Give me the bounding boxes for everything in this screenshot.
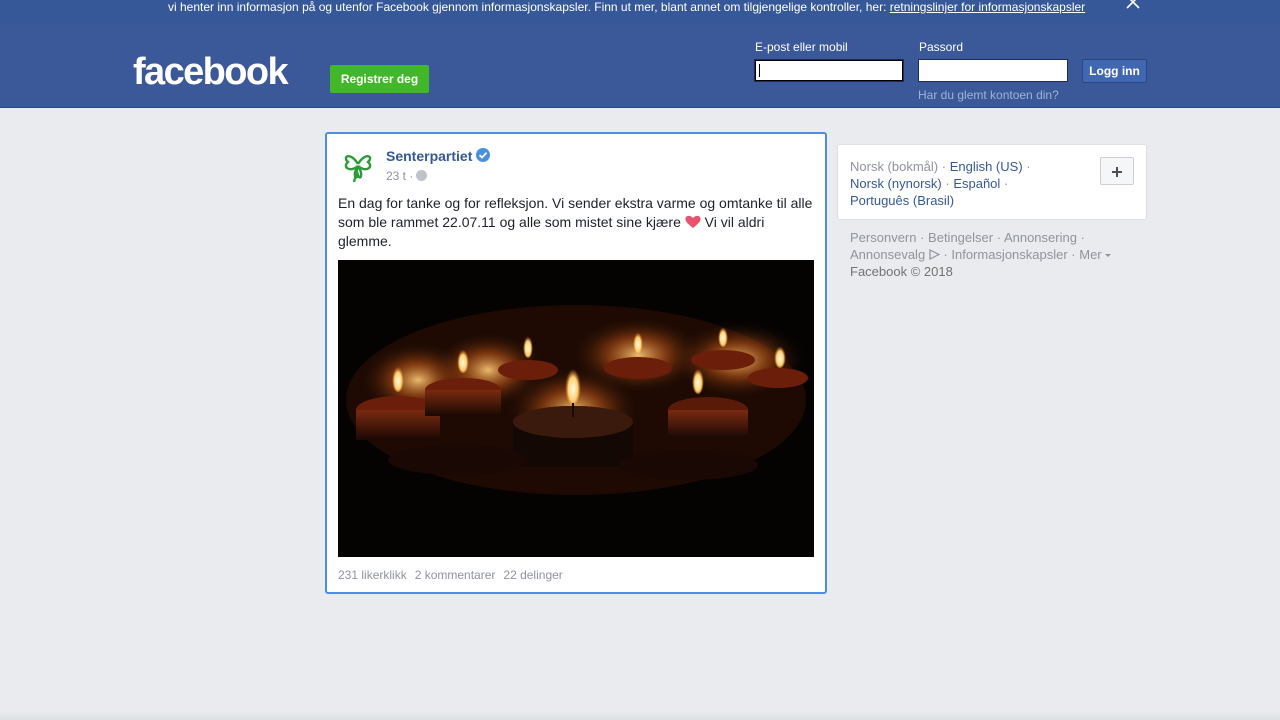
footer-links: Personvern · Betingelser · Annonsering ·…	[850, 229, 1130, 280]
email-label: E-post eller mobil	[755, 40, 848, 54]
separator: ·	[1076, 230, 1085, 245]
separator: ·	[938, 159, 950, 174]
shares-count[interactable]: 22 delinger	[503, 568, 562, 582]
separator: ·	[916, 230, 929, 245]
footer-link-annonsering[interactable]: Annonsering	[1004, 230, 1077, 245]
chevron-down-icon	[1104, 254, 1111, 257]
cookie-policy-link[interactable]: retningslinjer for informasjonskapsler	[890, 0, 1085, 14]
heart-emoji-icon	[685, 215, 701, 229]
separator: ·	[939, 247, 952, 262]
footer-link-mer[interactable]: Mer	[1079, 247, 1101, 262]
language-espanol[interactable]: Español	[953, 176, 1000, 191]
language-current: Norsk (bokmål)	[850, 159, 939, 174]
footer-link-betingelser[interactable]: Betingelser	[928, 230, 993, 245]
comments-count[interactable]: 2 kommentarer	[415, 568, 496, 582]
post-author[interactable]: Senterpartiet	[386, 148, 472, 164]
separator: ·	[1067, 247, 1080, 262]
more-languages-button[interactable]	[1100, 157, 1134, 185]
separator: ·	[1000, 176, 1009, 191]
email-field[interactable]	[754, 59, 904, 82]
adchoices-icon	[929, 247, 941, 260]
close-icon[interactable]	[1124, 0, 1142, 10]
language-portugues-brasil[interactable]: Português (Brasil)	[850, 193, 954, 208]
password-label: Passord	[919, 40, 964, 54]
separator: ·	[993, 230, 1004, 245]
copyright: Facebook © 2018	[850, 264, 953, 279]
register-button[interactable]: Registrer deg	[330, 65, 429, 93]
cookie-banner-text: vi henter inn informasjon på og utenfor …	[168, 0, 1085, 14]
forgot-account-link[interactable]: Har du glemt kontoen din?	[918, 88, 1059, 102]
text-caret	[759, 64, 760, 77]
post-card: Senterpartiet 23 t · En dag for tanke og…	[325, 132, 827, 594]
footer-link-annonsevalg[interactable]: Annonsevalg	[850, 247, 925, 262]
footer-link-informasjonskapsler[interactable]: Informasjonskapsler	[951, 247, 1067, 262]
cookie-banner: vi henter inn informasjon på og utenfor …	[0, 0, 1280, 25]
separator: ·	[941, 176, 954, 191]
language-selector: Norsk (bokmål) · English (US) · Norsk (n…	[837, 144, 1147, 220]
top-header: facebook Registrer deg E-post eller mobi…	[0, 25, 1280, 108]
page-avatar[interactable]	[338, 145, 378, 185]
separator: ·	[1022, 159, 1031, 174]
language-list: Norsk (bokmål) · English (US) · Norsk (n…	[850, 158, 1090, 209]
language-english-us[interactable]: English (US)	[950, 159, 1023, 174]
footer-link-personvern[interactable]: Personvern	[850, 230, 916, 245]
cookie-banner-message: vi henter inn informasjon på og utenfor …	[168, 0, 890, 14]
post-timestamp[interactable]: 23 t ·	[386, 169, 413, 183]
page-bottom-edge	[0, 712, 1280, 720]
likes-count[interactable]: 231 likerklikk	[338, 568, 407, 582]
globe-icon	[416, 170, 427, 181]
login-button[interactable]: Logg inn	[1082, 59, 1147, 83]
facebook-logo[interactable]: facebook	[133, 49, 289, 95]
post-photo-candles[interactable]	[338, 260, 814, 557]
password-field[interactable]	[918, 59, 1068, 82]
post-stats: 231 likerklikk 2 kommentarer 22 delinger	[338, 568, 571, 582]
language-norsk-nynorsk[interactable]: Norsk (nynorsk)	[850, 176, 942, 191]
verified-badge-icon	[476, 148, 490, 162]
post-text: En dag for tanke og for refleksjon. Vi s…	[338, 194, 818, 251]
